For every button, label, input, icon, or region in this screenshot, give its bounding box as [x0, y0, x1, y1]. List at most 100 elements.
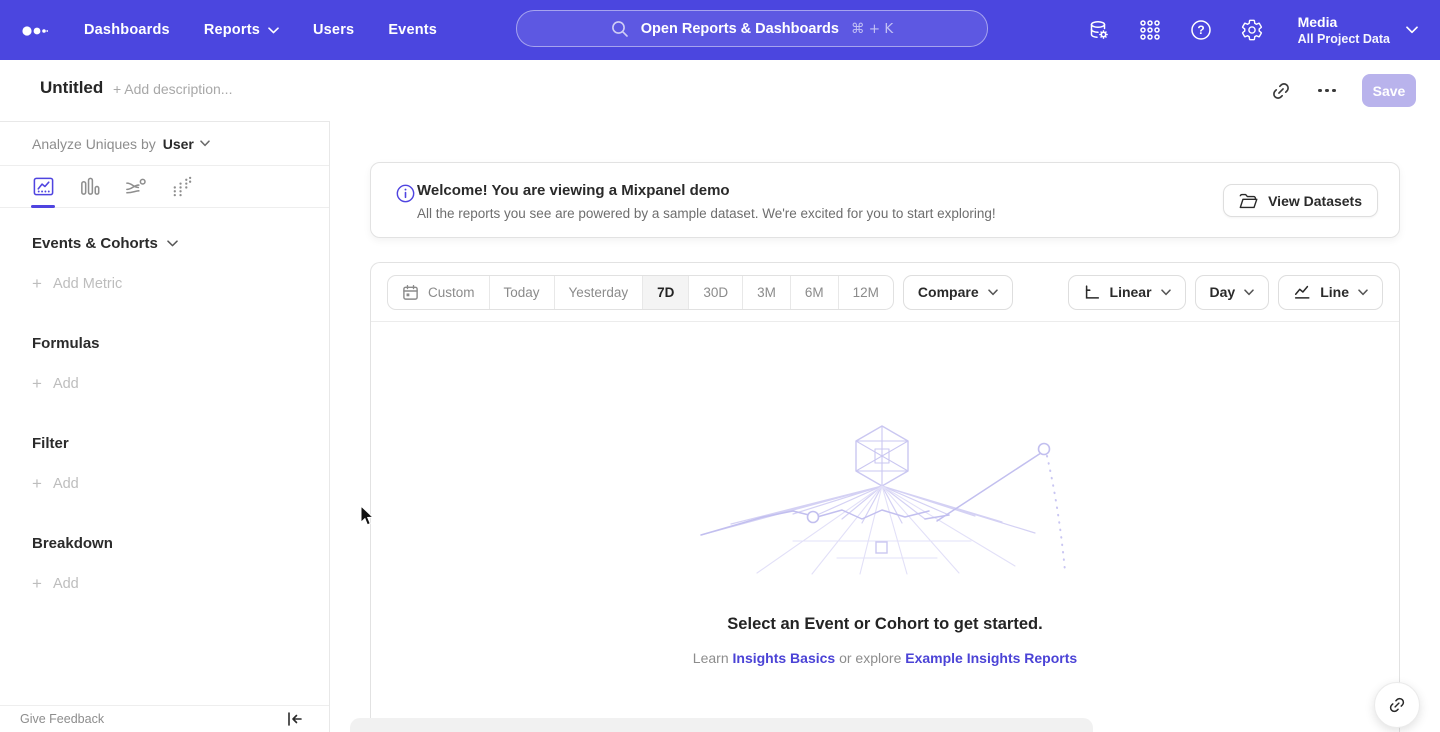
nav-item-label: Dashboards: [84, 22, 170, 38]
table-section-peek: [350, 718, 1093, 732]
welcome-banner: Welcome! You are viewing a Mixpanel demo…: [370, 162, 1400, 238]
analyze-by-value: User: [163, 136, 194, 152]
chevron-down-icon: [1358, 289, 1368, 296]
search-placeholder: Open Reports & Dashboards: [641, 21, 839, 37]
range-custom[interactable]: Custom: [388, 276, 490, 309]
range-yesterday[interactable]: Yesterday: [555, 276, 644, 309]
report-description-placeholder[interactable]: + Add description...: [113, 81, 232, 97]
report-title[interactable]: Untitled: [40, 78, 103, 98]
more-options-icon[interactable]: [1316, 80, 1338, 102]
view-datasets-label: View Datasets: [1268, 193, 1362, 209]
range-30d[interactable]: 30D: [689, 276, 743, 309]
copy-link-icon[interactable]: [1270, 80, 1292, 102]
line-chart-icon: [1293, 283, 1311, 301]
compare-label: Compare: [918, 284, 979, 300]
nav-item-events[interactable]: Events: [388, 22, 437, 38]
add-filter-button[interactable]: + Add: [32, 476, 297, 492]
chart-controls: Custom Today Yesterday 7D 30D 3M 6M 12M …: [371, 263, 1399, 322]
chart-type-label: Line: [1320, 284, 1349, 300]
example-reports-link[interactable]: Example Insights Reports: [905, 650, 1077, 666]
apps-grid-icon[interactable]: [1137, 17, 1163, 43]
view-datasets-button[interactable]: View Datasets: [1223, 184, 1378, 217]
linear-axis-icon: [1083, 283, 1101, 301]
plus-icon: +: [32, 477, 42, 491]
link-icon: [1384, 692, 1409, 717]
range-label: 7D: [657, 285, 674, 300]
info-icon: [396, 184, 415, 203]
add-metric-button[interactable]: + Add Metric: [32, 276, 297, 292]
selected-tab-indicator: [31, 205, 55, 208]
events-cohorts-section-title[interactable]: Events & Cohorts: [32, 235, 297, 252]
add-filter-label: Add: [53, 476, 79, 492]
tab-flow-chart[interactable]: [123, 175, 147, 199]
scale-dropdown[interactable]: Linear: [1068, 275, 1186, 310]
empty-sub-text: or explore: [839, 650, 901, 666]
project-text: Media All Project Data: [1298, 14, 1390, 46]
give-feedback-link[interactable]: Give Feedback: [20, 712, 104, 726]
tab-line-chart[interactable]: [31, 175, 55, 199]
settings-gear-icon[interactable]: [1239, 17, 1265, 43]
analyze-label: Analyze Uniques by: [32, 136, 156, 152]
range-label: 12M: [853, 285, 879, 300]
formulas-section: Formulas + Add: [32, 335, 297, 392]
add-formula-label: Add: [53, 376, 79, 392]
calendar-icon: [402, 284, 419, 301]
svg-text:?: ?: [1197, 23, 1204, 37]
granularity-dropdown[interactable]: Day: [1195, 275, 1270, 310]
data-management-icon[interactable]: [1086, 17, 1112, 43]
empty-state-subtitle: Learn Insights Basics or explore Example…: [371, 650, 1399, 666]
date-controls: Custom Today Yesterday 7D 30D 3M 6M 12M …: [387, 275, 1013, 310]
collapse-sidebar-icon[interactable]: [287, 712, 302, 726]
analyze-by-dropdown[interactable]: User: [163, 136, 210, 152]
search-shortcut: ⌘ + K: [851, 21, 893, 37]
events-cohorts-label: Events & Cohorts: [32, 235, 158, 252]
help-icon[interactable]: ?: [1188, 17, 1214, 43]
nav-item-dashboards[interactable]: Dashboards: [84, 22, 170, 38]
range-today[interactable]: Today: [490, 276, 555, 309]
save-button[interactable]: Save: [1362, 74, 1416, 107]
plus-icon: +: [32, 277, 42, 291]
breakdown-section: Breakdown + Add: [32, 535, 297, 592]
chevron-down-icon: [1244, 289, 1254, 296]
compare-button[interactable]: Compare: [903, 275, 1013, 310]
nav-left-group: Dashboards Reports Users Events: [22, 0, 437, 60]
nav-item-reports[interactable]: Reports: [204, 22, 279, 38]
range-3m[interactable]: 3M: [743, 276, 791, 309]
sidebar-footer: Give Feedback: [0, 705, 329, 732]
share-link-fab[interactable]: [1374, 682, 1420, 728]
add-metric-label: Add Metric: [53, 276, 122, 292]
plus-icon: +: [32, 377, 42, 391]
empty-state-title: Select an Event or Cohort to get started…: [371, 615, 1399, 634]
mixpanel-logo-icon[interactable]: [22, 24, 48, 36]
project-selector[interactable]: Media All Project Data: [1298, 14, 1418, 46]
tab-metrics-chart[interactable]: [169, 175, 193, 199]
range-6m[interactable]: 6M: [791, 276, 839, 309]
add-breakdown-button[interactable]: + Add: [32, 576, 297, 592]
empty-state-illustration: [697, 423, 1075, 575]
range-label: 3M: [757, 285, 776, 300]
tab-bar-chart[interactable]: [77, 175, 101, 199]
range-12m[interactable]: 12M: [839, 276, 893, 309]
chart-type-dropdown[interactable]: Line: [1278, 275, 1383, 310]
global-search[interactable]: Open Reports & Dashboards ⌘ + K: [516, 10, 988, 47]
chevron-down-icon: [1161, 289, 1171, 296]
range-label: Yesterday: [569, 285, 629, 300]
project-scope: All Project Data: [1298, 32, 1390, 46]
nav-item-users[interactable]: Users: [313, 22, 354, 38]
breakdown-title: Breakdown: [32, 535, 297, 552]
report-header: Untitled + Add description... Save: [0, 60, 1440, 121]
report-actions: Save: [1270, 74, 1416, 107]
nav-right-group: ? Media All Project Data: [1086, 0, 1418, 60]
filter-title: Filter: [32, 435, 297, 452]
insights-basics-link[interactable]: Insights Basics: [733, 650, 836, 666]
add-breakdown-label: Add: [53, 576, 79, 592]
banner-title: Welcome! You are viewing a Mixpanel demo: [417, 182, 730, 199]
chart-type-tabs: [0, 166, 329, 208]
chevron-down-icon: [200, 140, 210, 147]
nav-menu: Dashboards Reports Users Events: [84, 22, 437, 38]
range-7d[interactable]: 7D: [643, 276, 689, 309]
nav-item-label: Events: [388, 22, 437, 38]
top-navigation: Dashboards Reports Users Events Open Rep…: [0, 0, 1440, 60]
main-content: Welcome! You are viewing a Mixpanel demo…: [331, 121, 1440, 732]
add-formula-button[interactable]: + Add: [32, 376, 297, 392]
